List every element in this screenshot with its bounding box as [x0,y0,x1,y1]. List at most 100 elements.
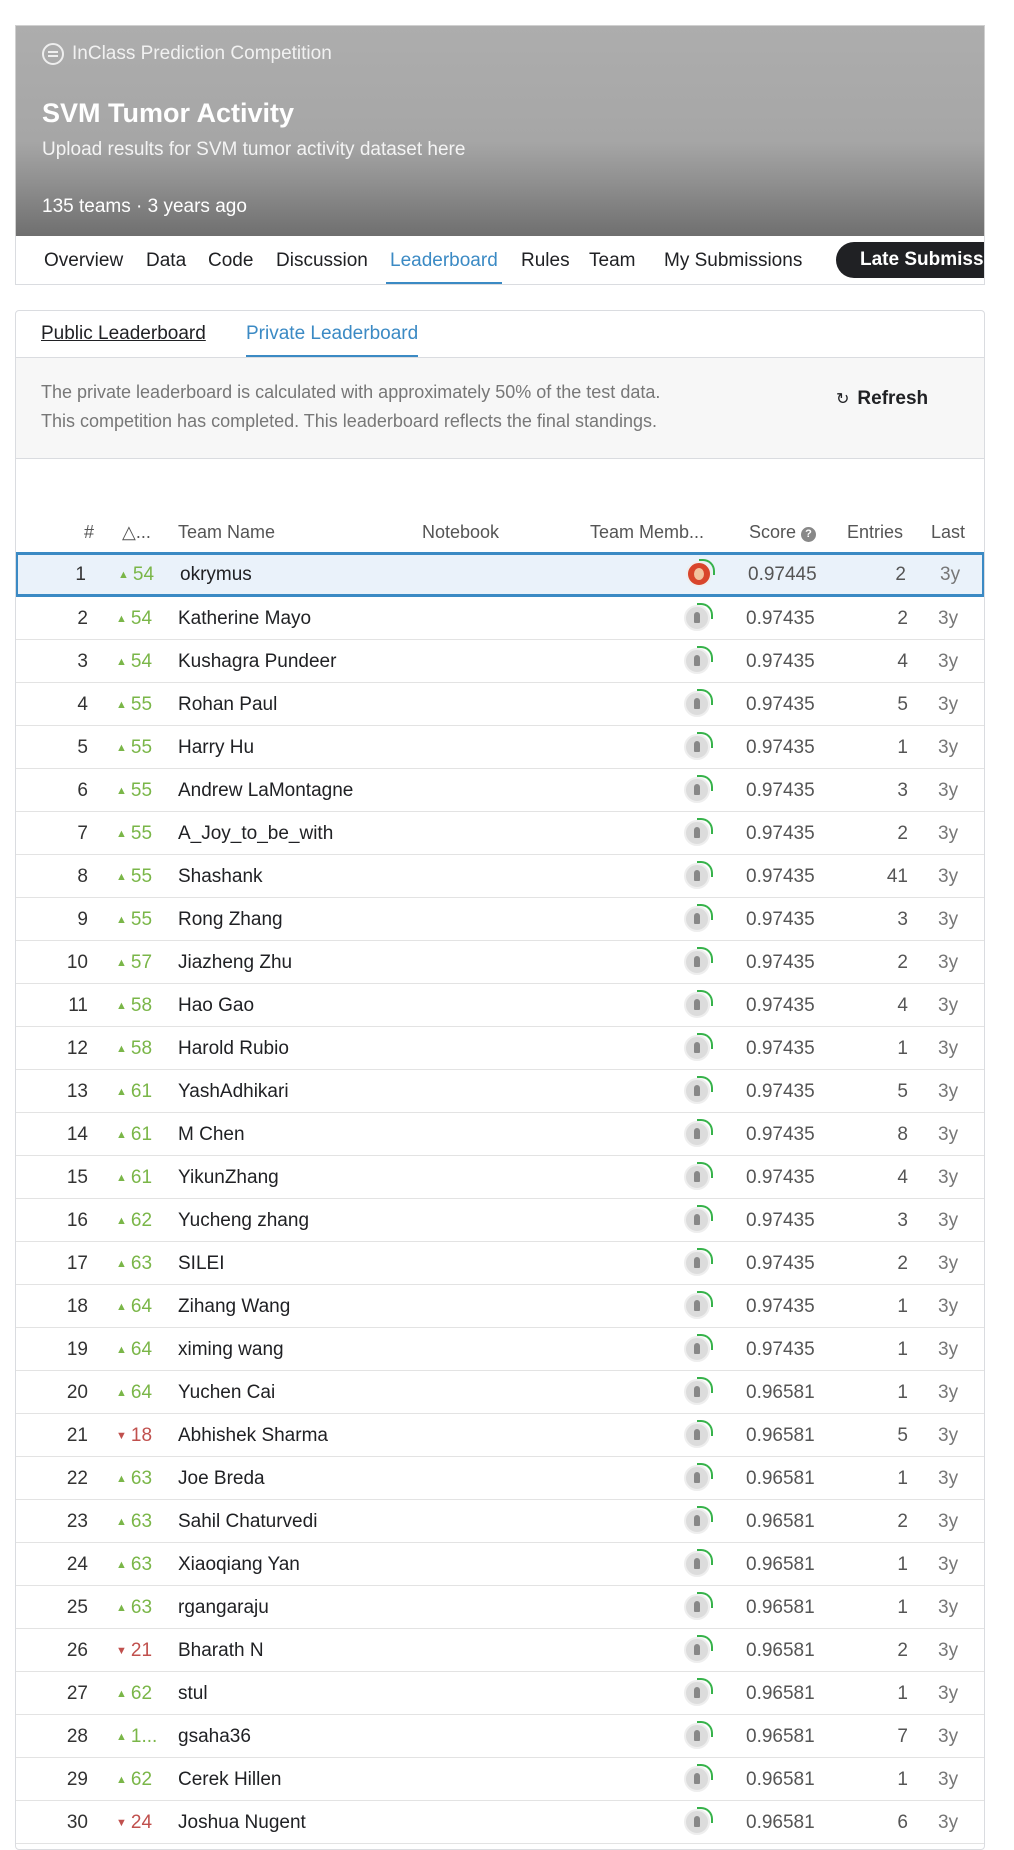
table-row[interactable]: 24 Xiaoqiang Yan 0.96581 1 3y ▲ 63 [16,1543,984,1586]
table-row[interactable]: 18 Zihang Wang 0.97435 1 3y ▲ 64 [16,1285,984,1328]
team-name-cell[interactable]: Rong Zhang [178,909,283,931]
team-name-cell[interactable]: okrymus [180,564,252,586]
team-name-cell[interactable]: Bharath N [178,1640,264,1662]
col-score[interactable]: Score ? [749,522,817,543]
team-name-cell[interactable]: Yucheng zhang [178,1210,309,1232]
team-name-cell[interactable]: YikunZhang [178,1167,279,1189]
avatar[interactable] [684,1506,713,1534]
col-last[interactable]: Last [931,522,965,543]
table-row[interactable]: 15 YikunZhang 0.97435 4 3y ▲ 61 [16,1156,984,1199]
table-row[interactable]: 5 Harry Hu 0.97435 1 3y ▲ 55 [16,726,984,769]
team-name-cell[interactable]: Yuchen Cai [178,1382,275,1404]
avatar[interactable] [684,1549,713,1577]
table-row[interactable]: 20 Yuchen Cai 0.96581 1 3y ▲ 64 [16,1371,984,1414]
avatar[interactable] [684,1377,713,1405]
table-row[interactable]: 16 Yucheng zhang 0.97435 3 3y ▲ 62 [16,1199,984,1242]
team-name-cell[interactable]: YashAdhikari [178,1081,289,1103]
team-name-cell[interactable]: Rohan Paul [178,694,277,716]
avatar[interactable] [684,603,713,631]
late-submission-button[interactable]: Late Submissi [836,242,984,278]
table-row[interactable]: 14 M Chen 0.97435 8 3y ▲ 61 [16,1113,984,1156]
col-notebook[interactable]: Notebook [422,522,499,543]
tab-private-leaderboard[interactable]: Private Leaderboard [246,323,419,357]
team-name-cell[interactable]: Joe Breda [178,1468,265,1490]
table-row[interactable]: 2 Katherine Mayo 0.97435 2 3y ▲ 54 [16,597,984,640]
avatar[interactable] [684,1764,713,1792]
tab-leaderboard[interactable]: Leaderboard [386,250,502,284]
col-delta[interactable]: △... [122,522,151,543]
table-row[interactable]: 31KungWen Yu0.9658153y▼24 [16,1844,984,1849]
avatar[interactable] [684,1635,713,1663]
tab-my-submissions[interactable]: My Submissions [664,250,802,272]
avatar[interactable] [684,1033,713,1061]
table-row[interactable]: 7 A_Joy_to_be_with 0.97435 2 3y ▲ 55 [16,812,984,855]
avatar[interactable] [684,904,713,932]
avatar[interactable] [684,1162,713,1190]
table-row[interactable]: 22 Joe Breda 0.96581 1 3y ▲ 63 [16,1457,984,1500]
team-name-cell[interactable]: SILEI [178,1253,224,1275]
team-name-cell[interactable]: rgangaraju [178,1597,269,1619]
table-row[interactable]: 17 SILEI 0.97435 2 3y ▲ 63 [16,1242,984,1285]
avatar[interactable] [684,861,713,889]
avatar[interactable] [684,1420,713,1448]
avatar[interactable] [684,646,713,674]
table-row[interactable]: 23 Sahil Chaturvedi 0.96581 2 3y ▲ 63 [16,1500,984,1543]
tab-data[interactable]: Data [146,250,186,272]
team-name-cell[interactable]: Katherine Mayo [178,608,311,630]
tab-discussion[interactable]: Discussion [276,250,368,272]
avatar[interactable] [684,1076,713,1104]
table-row[interactable]: 26 Bharath N 0.96581 2 3y ▼ 21 [16,1629,984,1672]
avatar[interactable] [684,775,713,803]
team-name-cell[interactable]: Zihang Wang [178,1296,290,1318]
team-name-cell[interactable]: Abhishek Sharma [178,1425,328,1447]
tab-rules[interactable]: Rules [521,250,570,272]
team-name-cell[interactable]: ximing wang [178,1339,284,1361]
team-name-cell[interactable]: Xiaoqiang Yan [178,1554,300,1576]
team-name-cell[interactable]: Jiazheng Zhu [178,952,292,974]
refresh-button[interactable]: ↻ Refresh [836,388,928,410]
table-row[interactable]: 30 Joshua Nugent 0.96581 6 3y ▼ 24 [16,1801,984,1844]
team-name-cell[interactable]: M Chen [178,1124,245,1146]
table-row[interactable]: 8 Shashank 0.97435 41 3y ▲ 55 [16,855,984,898]
avatar[interactable] [684,1721,713,1749]
table-row[interactable]: 28 gsaha36 0.96581 7 3y ▲ 1... [16,1715,984,1758]
avatar[interactable] [684,1678,713,1706]
table-row[interactable]: 25 rgangaraju 0.96581 1 3y ▲ 63 [16,1586,984,1629]
table-row[interactable]: 3 Kushagra Pundeer 0.97435 4 3y ▲ 54 [16,640,984,683]
team-name-cell[interactable]: Joshua Nugent [178,1812,306,1834]
team-name-cell[interactable]: gsaha36 [178,1726,251,1748]
table-row[interactable]: 29 Cerek Hillen 0.96581 1 3y ▲ 62 [16,1758,984,1801]
table-row[interactable]: 10 Jiazheng Zhu 0.97435 2 3y ▲ 57 [16,941,984,984]
col-entries[interactable]: Entries [847,522,903,543]
avatar[interactable] [684,1807,713,1835]
team-name-cell[interactable]: Kushagra Pundeer [178,651,336,673]
table-row[interactable]: 1 okrymus 0.97445 2 3y ▲ 54 [16,552,984,597]
avatar[interactable] [684,947,713,975]
team-name-cell[interactable]: Harry Hu [178,737,254,759]
avatar[interactable] [684,1463,713,1491]
avatar[interactable] [684,689,713,717]
avatar[interactable] [684,1592,713,1620]
avatar[interactable] [684,1334,713,1362]
avatar[interactable] [684,818,713,846]
col-team-name[interactable]: Team Name [178,522,275,543]
tab-public-leaderboard[interactable]: Public Leaderboard [41,323,206,345]
table-row[interactable]: 13 YashAdhikari 0.97435 5 3y ▲ 61 [16,1070,984,1113]
avatar[interactable] [684,1205,713,1233]
team-name-cell[interactable]: Hao Gao [178,995,254,1017]
team-name-cell[interactable]: Shashank [178,866,263,888]
table-row[interactable]: 19 ximing wang 0.97435 1 3y ▲ 64 [16,1328,984,1371]
avatar[interactable] [684,1119,713,1147]
avatar[interactable] [684,1291,713,1319]
avatar[interactable] [684,990,713,1018]
avatar[interactable] [686,559,715,587]
tab-team[interactable]: Team [589,250,635,272]
table-row[interactable]: 21 Abhishek Sharma 0.96581 5 3y ▼ 18 [16,1414,984,1457]
table-row[interactable]: 11 Hao Gao 0.97435 4 3y ▲ 58 [16,984,984,1027]
table-row[interactable]: 12 Harold Rubio 0.97435 1 3y ▲ 58 [16,1027,984,1070]
table-row[interactable]: 9 Rong Zhang 0.97435 3 3y ▲ 55 [16,898,984,941]
team-name-cell[interactable]: A_Joy_to_be_with [178,823,333,845]
tab-overview[interactable]: Overview [44,250,123,272]
avatar[interactable] [684,732,713,760]
help-icon[interactable]: ? [801,527,817,542]
